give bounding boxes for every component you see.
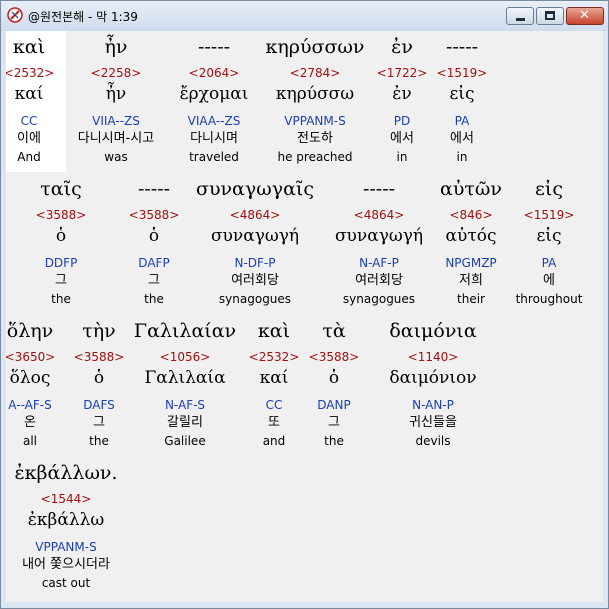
interlinear-view: καὶ <2532> καί CC 이에 And ἦν <2258> ἦν VIIA--ZS 다니시… bbox=[6, 31, 603, 602]
strong-number[interactable]: <1544> bbox=[6, 491, 126, 507]
minimize-icon bbox=[516, 18, 525, 21]
lemma: εἰς bbox=[536, 226, 562, 246]
lemma: συναγωγή bbox=[210, 226, 300, 246]
minimize-button[interactable] bbox=[506, 7, 534, 25]
close-icon: ✕ bbox=[579, 8, 590, 23]
korean-gloss: 여러회당 bbox=[231, 273, 279, 288]
greek-word: ἐκβάλλων. bbox=[14, 462, 118, 484]
app-logo-icon bbox=[7, 7, 23, 23]
greek-word: δαιμόνια bbox=[389, 320, 477, 342]
lemma: εἰς bbox=[449, 84, 475, 104]
close-button[interactable]: ✕ bbox=[566, 7, 604, 25]
korean-gloss: 에서 bbox=[450, 131, 474, 146]
maximize-button[interactable] bbox=[536, 7, 564, 25]
lemma: ἐκβάλλω bbox=[27, 510, 105, 530]
strong-number[interactable]: <1519> bbox=[402, 65, 522, 81]
window-title: @원전본해 - 막 1:39 bbox=[28, 10, 138, 24]
greek-word: ----- bbox=[445, 36, 479, 58]
english-gloss: synagogues bbox=[218, 292, 292, 306]
strong-number[interactable]: <4864> bbox=[195, 207, 315, 223]
korean-gloss: 에 bbox=[543, 273, 555, 288]
app-window: @원전본해 - 막 1:39 ✕ καὶ <2532> καί CC 이에 And ἦν <2… bbox=[0, 0, 609, 609]
english-gloss: cast out bbox=[41, 576, 91, 590]
parsing-code: N-AN-P bbox=[412, 398, 454, 412]
korean-gloss: 내어 쫓으시더라 bbox=[22, 557, 110, 572]
parsing-code: N-DF-P bbox=[234, 256, 276, 270]
strong-number[interactable]: <1519> bbox=[489, 207, 603, 223]
parsing-code: PA bbox=[454, 114, 470, 128]
maximize-icon bbox=[545, 11, 555, 20]
korean-gloss: 귀신들을 bbox=[409, 415, 457, 430]
title-bar[interactable]: @원전본해 - 막 1:39 ✕ bbox=[1, 1, 608, 31]
english-gloss: devils bbox=[415, 434, 451, 448]
greek-word: εἰς bbox=[535, 178, 563, 200]
strong-number[interactable]: <1140> bbox=[373, 349, 493, 365]
english-gloss: throughout bbox=[515, 292, 583, 306]
parsing-code: PA bbox=[541, 256, 557, 270]
greek-word: συναγωγαῖς bbox=[195, 178, 315, 200]
english-gloss: in bbox=[456, 150, 468, 164]
parsing-code: VPPANM-S bbox=[35, 540, 97, 554]
lemma: δαιμόνιον bbox=[389, 368, 477, 388]
